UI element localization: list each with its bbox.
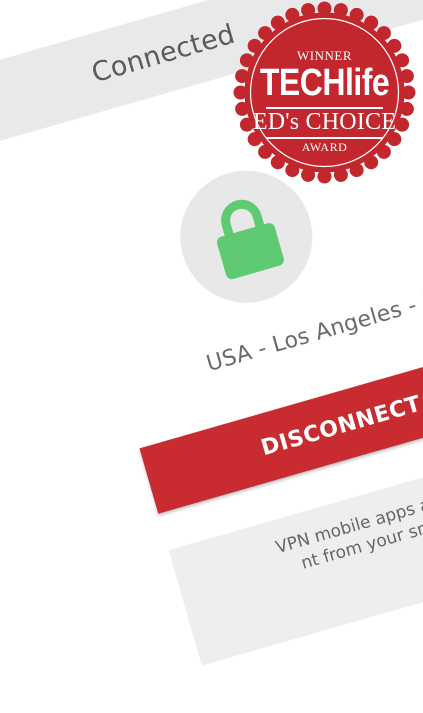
award-divider-bottom xyxy=(266,137,383,139)
disconnect-button[interactable]: DISCONNECT xyxy=(139,338,423,514)
award-choice-text: ED's CHOICE xyxy=(252,109,397,135)
award-label-text: AWARD xyxy=(301,140,348,154)
award-brand-logo: TECHlife xyxy=(259,60,390,104)
lock-icon xyxy=(216,199,284,280)
connection-status-text: Connected xyxy=(88,18,239,89)
award-seal: WINNER TECHlife ED's CHOICE AWARD xyxy=(232,0,417,185)
